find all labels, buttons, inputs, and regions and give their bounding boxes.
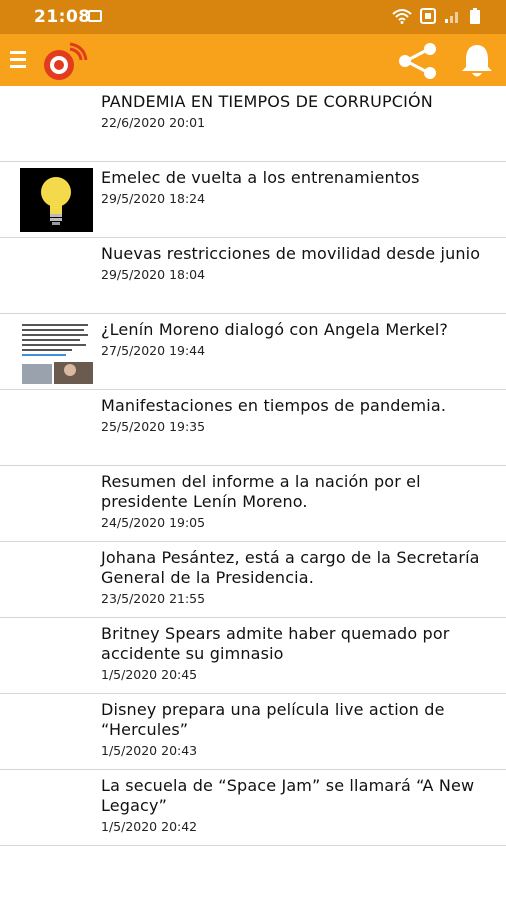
news-title: PANDEMIA EN TIEMPOS DE CORRUPCIÓN: [101, 92, 433, 111]
news-item[interactable]: Johana Pesántez, está a cargo de la Secr…: [0, 542, 506, 618]
news-text: Resumen del informe a la nación por el p…: [101, 472, 496, 532]
status-bar: 21:08: [0, 0, 506, 34]
status-icons: [392, 8, 480, 24]
news-item[interactable]: PANDEMIA EN TIEMPOS DE CORRUPCIÓN 22/6/2…: [0, 86, 506, 162]
bell-icon[interactable]: [458, 42, 496, 80]
news-text: La secuela de “Space Jam” se llamará “A …: [101, 776, 496, 836]
wifi-icon: [392, 9, 412, 24]
news-item[interactable]: Resumen del informe a la nación por el p…: [0, 466, 506, 542]
news-title: Resumen del informe a la nación por el p…: [101, 472, 421, 511]
news-title: ¿Lenín Moreno dialogó con Angela Merkel?: [101, 320, 449, 339]
news-text: ¿Lenín Moreno dialogó con Angela Merkel?…: [101, 320, 496, 360]
news-date: 24/5/2020 19:05: [101, 515, 206, 530]
news-item[interactable]: La secuela de “Space Jam” se llamará “A …: [0, 770, 506, 846]
news-text: Emelec de vuelta a los entrenamientos 29…: [101, 168, 496, 208]
news-title: Emelec de vuelta a los entrenamientos: [101, 168, 420, 187]
news-text: Disney prepara una película live action …: [101, 700, 496, 760]
news-text: PANDEMIA EN TIEMPOS DE CORRUPCIÓN 22/6/2…: [101, 92, 496, 132]
image-icon: [88, 10, 102, 22]
status-time: 21:08: [34, 7, 91, 27]
news-date: 1/5/2020 20:43: [101, 743, 198, 758]
news-item[interactable]: Nuevas restricciones de movilidad desde …: [0, 238, 506, 314]
battery-icon: [470, 8, 480, 24]
news-date: 29/5/2020 18:24: [101, 191, 206, 206]
news-date: 1/5/2020 20:45: [101, 667, 198, 682]
news-item[interactable]: Disney prepara una película live action …: [0, 694, 506, 770]
news-item[interactable]: Emelec de vuelta a los entrenamientos 29…: [0, 162, 506, 238]
news-text: Manifestaciones en tiempos de pandemia. …: [101, 396, 496, 436]
news-item[interactable]: ¿Lenín Moreno dialogó con Angela Merkel?…: [0, 314, 506, 390]
signal-icon: [445, 12, 458, 23]
news-item[interactable]: Manifestaciones en tiempos de pandemia. …: [0, 390, 506, 466]
news-item[interactable]: Britney Spears admite haber quemado por …: [0, 618, 506, 694]
news-date: 23/5/2020 21:55: [101, 591, 206, 606]
lightbulb-thumbnail: [20, 168, 93, 232]
share-icon[interactable]: [396, 42, 440, 80]
radio-logo-icon[interactable]: [36, 38, 94, 82]
news-title: Johana Pesántez, está a cargo de la Secr…: [101, 548, 480, 587]
tweet-thumbnail: [20, 320, 93, 384]
news-title: Nuevas restricciones de movilidad desde …: [101, 244, 481, 263]
news-title: La secuela de “Space Jam” se llamará “A …: [101, 776, 475, 815]
news-date: 1/5/2020 20:42: [101, 819, 198, 834]
volte-icon: [420, 8, 436, 24]
news-date: 25/5/2020 19:35: [101, 419, 206, 434]
news-list: PANDEMIA EN TIEMPOS DE CORRUPCIÓN 22/6/2…: [0, 86, 506, 846]
news-title: Britney Spears admite haber quemado por …: [101, 624, 450, 663]
news-title: Manifestaciones en tiempos de pandemia.: [101, 396, 447, 415]
news-date: 27/5/2020 19:44: [101, 343, 206, 358]
app-bar: [0, 34, 506, 86]
menu-icon[interactable]: [10, 51, 26, 69]
news-title: Disney prepara una película live action …: [101, 700, 445, 739]
news-date: 29/5/2020 18:04: [101, 267, 206, 282]
news-text: Johana Pesántez, está a cargo de la Secr…: [101, 548, 496, 608]
news-date: 22/6/2020 20:01: [101, 115, 206, 130]
news-text: Nuevas restricciones de movilidad desde …: [101, 244, 496, 284]
news-text: Britney Spears admite haber quemado por …: [101, 624, 496, 684]
